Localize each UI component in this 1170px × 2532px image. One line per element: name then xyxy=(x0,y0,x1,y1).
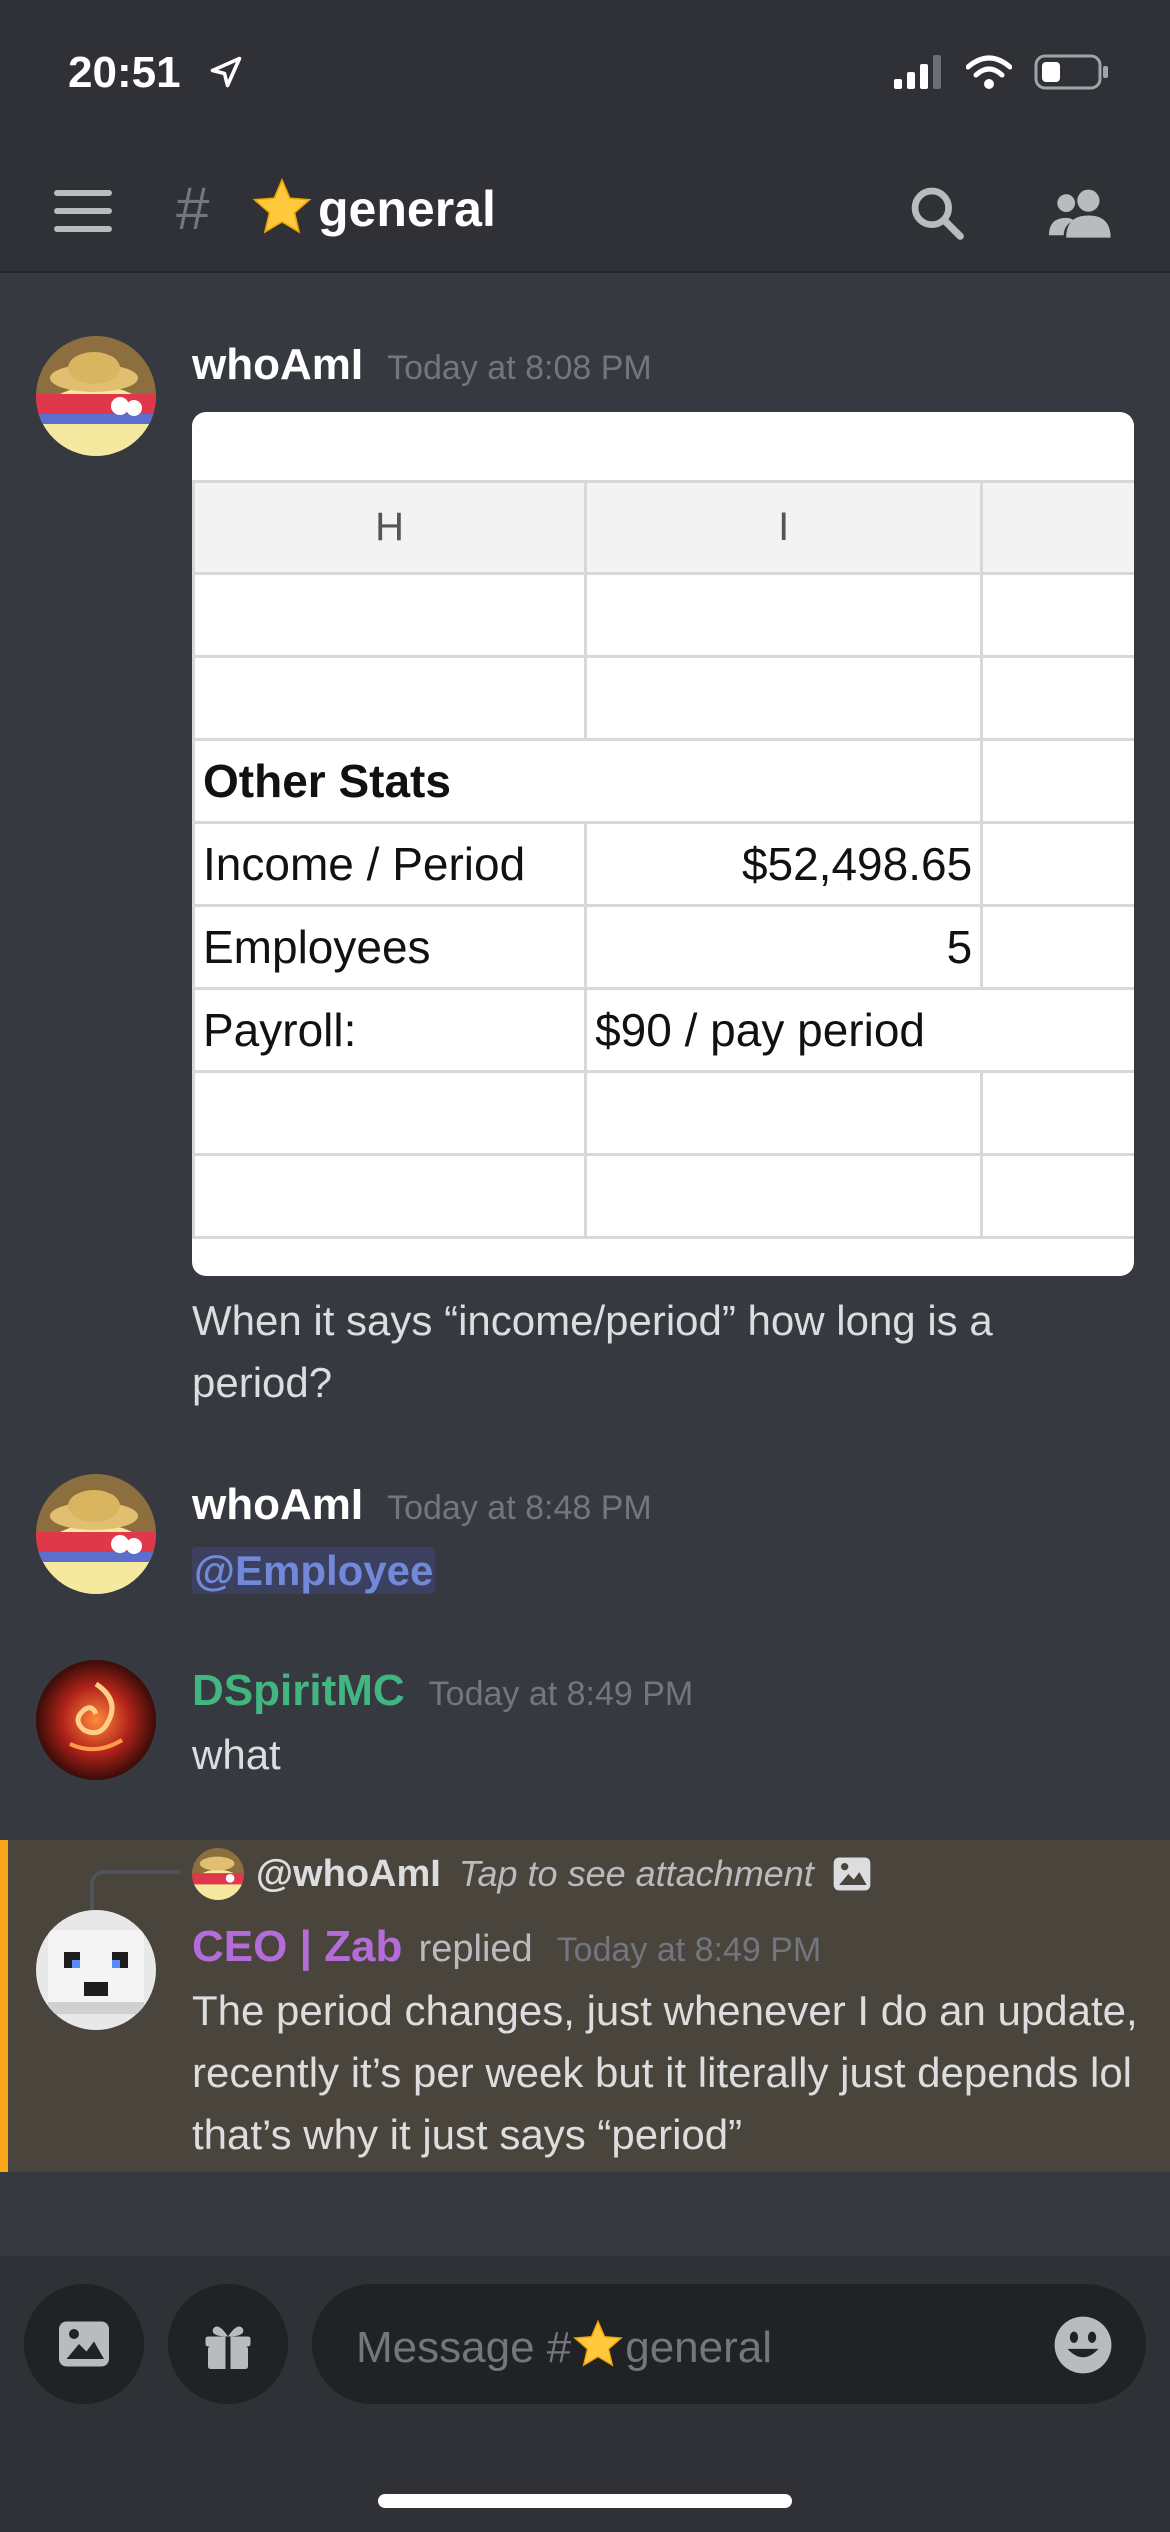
author-name[interactable]: whoAmI xyxy=(192,340,363,389)
message-author[interactable]: whoAmI Today at 8:08 PM xyxy=(192,340,652,390)
table-row: Income / Period $52,498.65 xyxy=(192,821,1134,907)
table-cell: Payroll: xyxy=(192,987,588,1073)
message-text: When it says “income/period” how long is… xyxy=(192,1297,993,1406)
reply-preview: Tap to see attachment xyxy=(458,1853,814,1894)
spreadsheet-table: H I Other Stats Income / Period $52,498. xyxy=(192,480,1134,1239)
table-cell xyxy=(980,572,1134,658)
status-indicators xyxy=(894,54,1110,90)
table-cell: 5 xyxy=(584,904,984,990)
avatar-whoami-icon xyxy=(36,336,156,456)
avatar[interactable] xyxy=(36,1660,156,1780)
search-icon[interactable] xyxy=(906,182,968,244)
table-cell xyxy=(192,1070,588,1156)
attach-image-button[interactable] xyxy=(24,2284,144,2404)
channel-hash-icon: # xyxy=(176,175,210,242)
table-cell: $52,498.65 xyxy=(584,821,984,907)
column-header: H xyxy=(192,480,588,575)
avatar[interactable] xyxy=(36,336,156,456)
message-text: The period changes, just whenever I do a… xyxy=(192,1987,1138,2158)
table-row xyxy=(192,1070,1134,1156)
channel-title[interactable]: general xyxy=(318,180,496,238)
column-header xyxy=(980,480,1134,575)
user-mention[interactable]: @Employee xyxy=(192,1547,436,1594)
table-row xyxy=(192,655,1134,741)
avatar[interactable] xyxy=(36,1474,156,1594)
table-cell: $90 / pay period xyxy=(584,987,1134,1073)
avatar-dspiritmc-icon xyxy=(36,1660,156,1780)
spreadsheet-attachment[interactable]: H I Other Stats Income / Period $52,498. xyxy=(192,412,1134,1276)
message-text: what xyxy=(192,1731,281,1778)
table-cell xyxy=(980,738,1134,824)
table-cell xyxy=(584,1070,984,1156)
message-timestamp: Today at 8:49 PM xyxy=(556,1931,822,1969)
star-emoji-icon xyxy=(252,177,312,234)
table-row: Other Stats xyxy=(192,738,1134,824)
table-row: Employees 5 xyxy=(192,904,1134,990)
table-header-row: H I xyxy=(192,480,1134,575)
avatar-whoami-icon xyxy=(36,1474,156,1594)
reply-username[interactable]: @whoAmI xyxy=(256,1853,441,1896)
table-cell xyxy=(980,1153,1134,1239)
channel-header: # general xyxy=(0,160,1170,270)
table-cell xyxy=(584,1153,984,1239)
avatar[interactable] xyxy=(36,1910,156,2030)
members-icon[interactable] xyxy=(1044,182,1118,244)
table-cell xyxy=(980,655,1134,741)
reply-avatar-icon xyxy=(192,1848,244,1900)
battery-icon xyxy=(1034,54,1108,90)
message-author[interactable]: CEO | Zab replied Today at 8:49 PM xyxy=(192,1922,821,1972)
table-cell xyxy=(584,655,984,741)
wifi-icon xyxy=(966,55,1012,89)
table-cell: Other Stats xyxy=(192,738,984,824)
table-cell xyxy=(192,572,588,658)
signal-icon xyxy=(894,55,941,89)
message-text: @Employee xyxy=(192,1540,1142,1602)
home-indicator xyxy=(378,2494,792,2508)
avatar-zab-icon xyxy=(36,1910,156,2030)
gift-button[interactable] xyxy=(168,2284,288,2404)
reply-reference[interactable]: @whoAmI Tap to see attachment xyxy=(192,1846,874,1902)
message-author[interactable]: DSpiritMC Today at 8:49 PM xyxy=(192,1666,693,1716)
column-header: I xyxy=(584,480,984,575)
menu-icon[interactable] xyxy=(54,190,112,238)
image-attachment-icon xyxy=(833,1857,871,1891)
image-icon xyxy=(59,2321,109,2367)
status-time: 20:51 xyxy=(68,48,181,97)
table-cell xyxy=(192,655,588,741)
message-timestamp: Today at 8:49 PM xyxy=(428,1675,694,1713)
message-timestamp: Today at 8:48 PM xyxy=(387,1489,652,1527)
author-name[interactable]: DSpiritMC xyxy=(192,1666,405,1715)
location-arrow-icon xyxy=(210,56,242,88)
author-name[interactable]: whoAmI xyxy=(192,1480,363,1529)
author-name[interactable]: CEO | Zab xyxy=(192,1922,402,1971)
message-input[interactable] xyxy=(312,2284,1146,2404)
table-cell: Employees xyxy=(192,904,588,990)
emoji-picker-icon[interactable] xyxy=(1052,2314,1114,2376)
table-row xyxy=(192,572,1134,658)
table-cell xyxy=(192,1153,588,1239)
message-timestamp: Today at 8:08 PM xyxy=(387,349,652,387)
table-cell xyxy=(980,904,1134,990)
table-cell xyxy=(980,821,1134,907)
message-author[interactable]: whoAmI Today at 8:48 PM xyxy=(192,1480,652,1530)
table-cell xyxy=(584,572,984,658)
table-cell xyxy=(980,1070,1134,1156)
gift-icon xyxy=(205,2326,251,2369)
replied-label: replied xyxy=(418,1928,533,1970)
table-row: Payroll: $90 / pay period xyxy=(192,987,1134,1073)
top-bar: 20:51 # general xyxy=(0,0,1170,273)
table-cell: Income / Period xyxy=(192,821,588,907)
table-row xyxy=(192,1153,1134,1239)
